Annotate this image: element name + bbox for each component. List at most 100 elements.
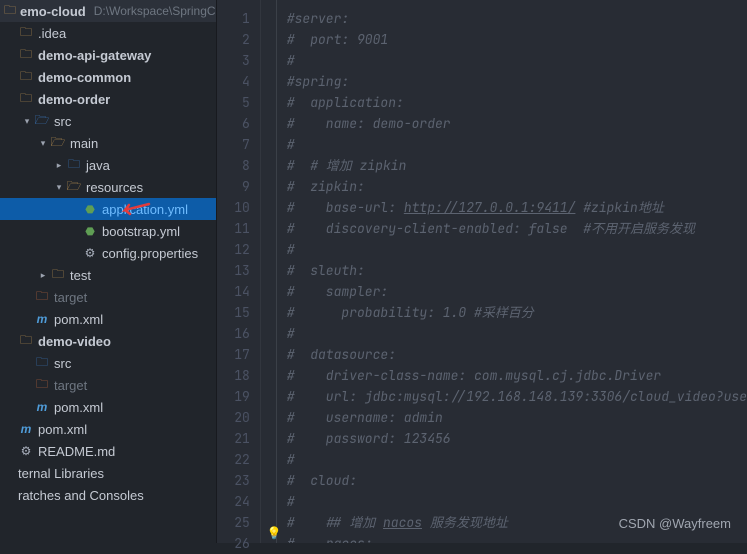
- folder-icon: 🗀: [18, 25, 34, 41]
- tree-item-pom-xml[interactable]: mpom.xml: [0, 418, 216, 440]
- fold-margin[interactable]: [261, 0, 277, 543]
- code-editor[interactable]: 1234567891011121314151617181920212223242…: [217, 0, 747, 543]
- code-line[interactable]: # name: demo-order: [287, 113, 747, 134]
- folder-icon: 🗀: [4, 3, 16, 19]
- tree-item-resources[interactable]: ▾🗁resources: [0, 176, 216, 198]
- code-line[interactable]: # datasource:: [287, 344, 747, 365]
- folder-icon: 🗀: [18, 69, 34, 85]
- tree-item-label: demo-order: [38, 92, 110, 107]
- code-line[interactable]: # cloud:: [287, 470, 747, 491]
- tree-item-src[interactable]: 🗀 src: [0, 352, 216, 374]
- code-line[interactable]: # url: jdbc:mysql://192.168.148.139:3306…: [287, 386, 747, 407]
- chevron-icon[interactable]: ▾: [36, 138, 50, 149]
- yml-icon: ⬣: [82, 223, 98, 239]
- tree-item-demo-common[interactable]: 🗀 demo-common: [0, 66, 216, 88]
- chevron-icon[interactable]: ▸: [52, 160, 66, 171]
- tree-item-ternal-libraries[interactable]: ternal Libraries: [0, 462, 216, 484]
- tree-item-target[interactable]: 🗀target: [0, 286, 216, 308]
- tree-item-target[interactable]: 🗀target: [0, 374, 216, 396]
- tree-item-label: src: [54, 356, 71, 371]
- line-number: 23: [217, 470, 250, 491]
- project-tree[interactable]: 🗀 emo-cloud D:\Workspace\SpringCloudProj…: [0, 0, 217, 543]
- chevron-icon[interactable]: ▸: [36, 270, 50, 281]
- folder-icon: 🗀: [18, 47, 34, 63]
- tree-item-application-yml[interactable]: ⬣application.yml: [0, 198, 216, 220]
- code-line[interactable]: # application:: [287, 92, 747, 113]
- line-number: 25: [217, 512, 250, 533]
- tree-item-demo-video[interactable]: 🗀demo-video: [0, 330, 216, 352]
- line-number: 21: [217, 428, 250, 449]
- code-area[interactable]: #server:# port: 9001##spring:# applicati…: [277, 0, 747, 543]
- code-line[interactable]: # probability: 1.0 #采样百分: [287, 302, 747, 323]
- code-line[interactable]: #: [287, 449, 747, 470]
- tree-item-src[interactable]: ▾🗁src: [0, 110, 216, 132]
- tree-item-label: target: [54, 378, 87, 393]
- code-line[interactable]: #spring:: [287, 71, 747, 92]
- tree-item-ratches-and-consoles[interactable]: ratches and Consoles: [0, 484, 216, 506]
- tree-item-bootstrap-yml[interactable]: ⬣ bootstrap.yml: [0, 220, 216, 242]
- chevron-icon[interactable]: ▾: [52, 182, 66, 193]
- code-line[interactable]: # username: admin: [287, 407, 747, 428]
- m-icon: m: [34, 311, 50, 327]
- tree-item-label: pom.xml: [38, 422, 87, 437]
- yml-icon: ⬣: [82, 201, 98, 217]
- chevron-icon[interactable]: ▾: [20, 116, 34, 127]
- folder-icon: 🗀: [18, 91, 34, 107]
- folder-icon: 🗀: [34, 289, 50, 305]
- code-line[interactable]: # sampler:: [287, 281, 747, 302]
- code-line[interactable]: # password: 123456: [287, 428, 747, 449]
- tree-item-label: ratches and Consoles: [18, 488, 144, 503]
- project-root[interactable]: 🗀 emo-cloud D:\Workspace\SpringCloudProj…: [0, 0, 216, 22]
- code-line[interactable]: #: [287, 50, 747, 71]
- code-line[interactable]: # zipkin:: [287, 176, 747, 197]
- line-number: 1: [217, 8, 250, 29]
- line-number: 2: [217, 29, 250, 50]
- line-number: 3: [217, 50, 250, 71]
- code-line[interactable]: # driver-class-name: com.mysql.cj.jdbc.D…: [287, 365, 747, 386]
- code-line[interactable]: # base-url: http://127.0.0.1:9411/ #zipk…: [287, 197, 747, 218]
- tree-item-label: ternal Libraries: [18, 466, 104, 481]
- watermark: CSDN @Wayfreem: [619, 516, 731, 531]
- tree-item-label: bootstrap.yml: [102, 224, 180, 239]
- code-line[interactable]: #: [287, 323, 747, 344]
- tree-item-readme-md[interactable]: ⚙README.md: [0, 440, 216, 462]
- code-line[interactable]: #server:: [287, 8, 747, 29]
- intention-bulb-icon[interactable]: 💡: [267, 525, 282, 541]
- line-number: 20: [217, 407, 250, 428]
- line-number: 19: [217, 386, 250, 407]
- tree-item-config-properties[interactable]: ⚙config.properties: [0, 242, 216, 264]
- project-path: D:\Workspace\SpringCloudProject: [94, 4, 217, 18]
- tree-item-label: pom.xml: [54, 400, 103, 415]
- tree-item-label: java: [86, 158, 110, 173]
- code-line[interactable]: # # 增加 zipkin: [287, 155, 747, 176]
- tree-item--idea[interactable]: 🗀 .idea: [0, 22, 216, 44]
- code-line[interactable]: # port: 9001: [287, 29, 747, 50]
- line-number: 6: [217, 113, 250, 134]
- tree-item-test[interactable]: ▸🗀 test: [0, 264, 216, 286]
- tree-item-label: pom.xml: [54, 312, 103, 327]
- tree-item-java[interactable]: ▸🗀 java: [0, 154, 216, 176]
- tree-item-label: .idea: [38, 26, 66, 41]
- code-line[interactable]: #: [287, 239, 747, 260]
- code-line[interactable]: # sleuth:: [287, 260, 747, 281]
- tree-item-pom-xml[interactable]: m pom.xml: [0, 308, 216, 330]
- code-line[interactable]: # discovery-client-enabled: false #不用开启服…: [287, 218, 747, 239]
- code-line[interactable]: # nacos:: [287, 533, 747, 543]
- tree-item-demo-order[interactable]: 🗀 demo-order: [0, 88, 216, 110]
- folder-icon: 🗀: [18, 333, 34, 349]
- tree-item-label: test: [70, 268, 91, 283]
- tree-item-demo-api-gateway[interactable]: 🗀demo-api-gateway: [0, 44, 216, 66]
- folder-icon: 🗀: [34, 355, 50, 371]
- code-line[interactable]: #: [287, 134, 747, 155]
- line-number: 18: [217, 365, 250, 386]
- line-number: 14: [217, 281, 250, 302]
- line-number: 22: [217, 449, 250, 470]
- line-number: 5: [217, 92, 250, 113]
- folder-icon: 🗀: [66, 157, 82, 173]
- code-line[interactable]: #: [287, 491, 747, 512]
- tree-item-pom-xml[interactable]: mpom.xml: [0, 396, 216, 418]
- tree-item-label: demo-common: [38, 70, 131, 85]
- tree-item-main[interactable]: ▾🗁main: [0, 132, 216, 154]
- file-icon: ⚙: [18, 443, 34, 459]
- folder-icon: 🗀: [50, 267, 66, 283]
